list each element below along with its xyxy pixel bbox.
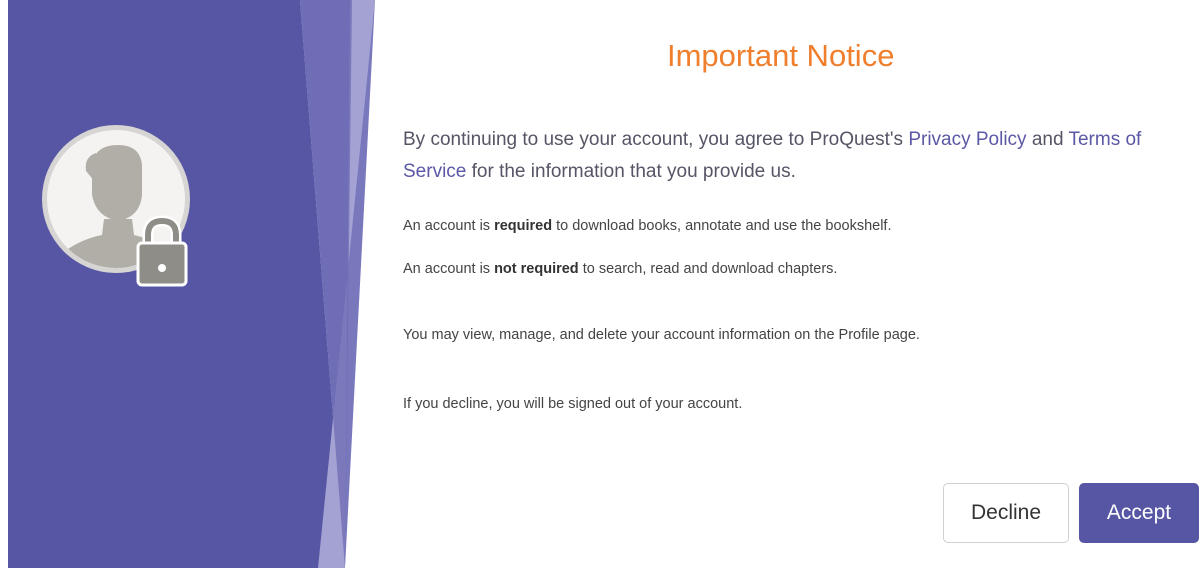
intro-suffix-text: for the information that you provide us. (466, 161, 796, 182)
profile-info-text: You may view, manage, and delete your ac… (403, 327, 920, 343)
page-title: Important Notice (667, 38, 895, 73)
account-not-required-text: An account is not required to search, re… (403, 261, 838, 277)
not-required-emphasis: not required (494, 261, 579, 277)
decline-info-text: If you decline, you will be signed out o… (403, 396, 743, 412)
required-emphasis: required (494, 218, 553, 234)
decline-button[interactable]: Decline (943, 483, 1069, 543)
agreement-intro: By continuing to use your account, you a… (403, 124, 1178, 188)
account-notice-dialog: Important Notice By continuing to use yo… (0, 0, 1200, 568)
accept-button[interactable]: Accept (1079, 483, 1199, 543)
avatar (40, 123, 195, 288)
decorative-side-panel (0, 0, 380, 568)
intro-and-text: and (1026, 129, 1069, 150)
privacy-policy-link[interactable]: Privacy Policy (908, 129, 1026, 150)
account-required-text: An account is required to download books… (403, 218, 892, 234)
notice-content: Important Notice By continuing to use yo… (403, 0, 1199, 568)
intro-text: By continuing to use your account, you a… (403, 129, 909, 150)
